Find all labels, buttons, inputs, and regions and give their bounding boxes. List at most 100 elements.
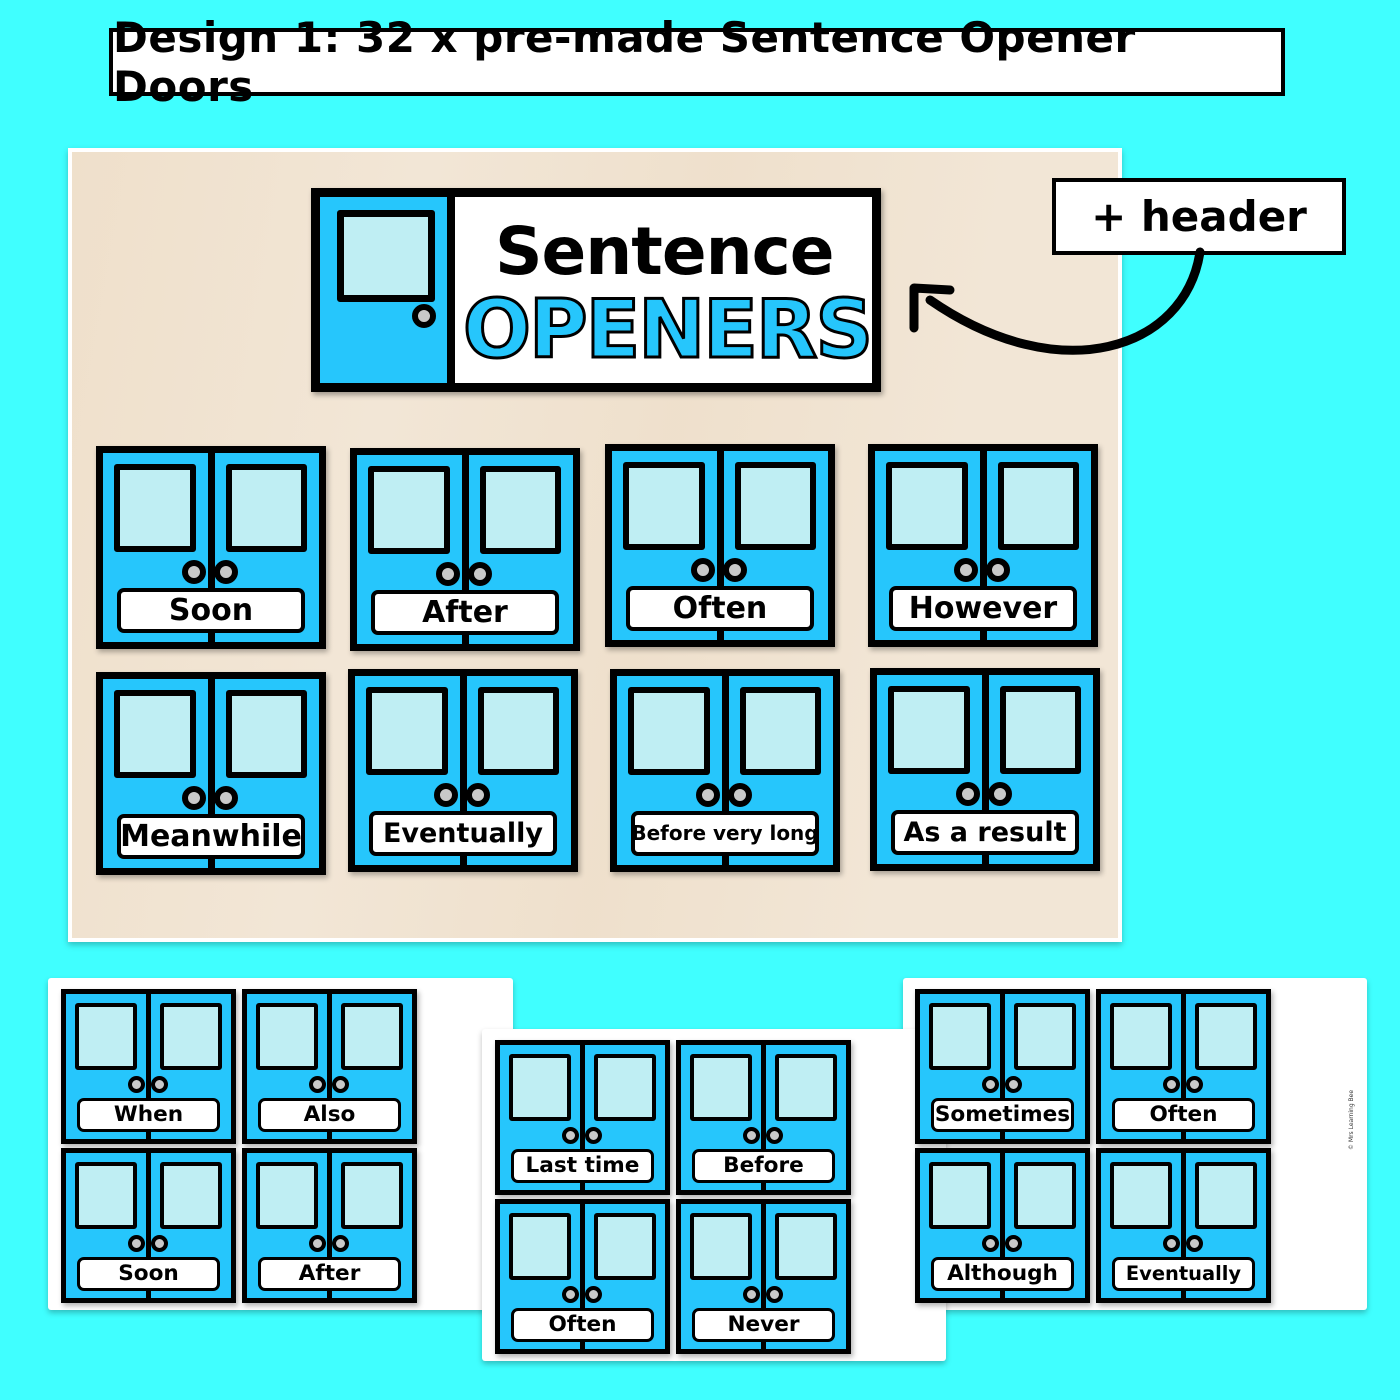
door-window xyxy=(689,1053,753,1121)
door-knob xyxy=(1185,1234,1203,1252)
door-window xyxy=(774,1053,838,1121)
door-window xyxy=(74,1002,138,1070)
door-window xyxy=(508,1212,572,1280)
door-knob xyxy=(182,559,207,584)
door-knob xyxy=(331,1234,349,1252)
door-label: Often xyxy=(510,1307,655,1342)
door-icon xyxy=(320,197,447,383)
door-knob xyxy=(956,781,981,806)
door-window xyxy=(114,464,196,552)
door-knob xyxy=(982,1234,1000,1252)
door-knob xyxy=(128,1075,146,1093)
double-door-card: As a result xyxy=(870,668,1100,871)
door-label: After xyxy=(370,590,560,635)
double-door-card: Soon xyxy=(96,446,326,649)
door-label: As a result xyxy=(890,810,1080,855)
door-window xyxy=(477,687,560,775)
door-knob xyxy=(743,1285,761,1303)
door-knob xyxy=(309,1075,327,1093)
door-label: Also xyxy=(257,1097,402,1132)
door-window xyxy=(508,1053,572,1121)
door-window xyxy=(1109,1002,1173,1070)
double-door-card: Soon xyxy=(61,1148,236,1303)
door-window xyxy=(593,1212,657,1280)
door-knob xyxy=(150,1075,168,1093)
double-door-card: After xyxy=(350,448,580,651)
door-label: When xyxy=(76,1097,221,1132)
door-window xyxy=(628,687,710,775)
door-label: However xyxy=(888,586,1078,631)
door-window xyxy=(1194,1161,1258,1229)
door-label: Before very long xyxy=(630,811,820,856)
door-knob xyxy=(987,781,1012,806)
title-banner: Design 1: 32 x pre-made Sentence Opener … xyxy=(109,13,1285,111)
door-window xyxy=(159,1002,223,1070)
double-door-card: Meanwhile xyxy=(96,672,326,875)
door-label: Last time xyxy=(510,1148,655,1183)
door-window xyxy=(928,1002,992,1070)
door-window xyxy=(479,466,562,554)
door-knob xyxy=(309,1234,327,1252)
door-knob xyxy=(412,304,436,328)
door-knob xyxy=(150,1234,168,1252)
door-label: Never xyxy=(691,1307,836,1342)
door-window xyxy=(774,1212,838,1280)
double-door-card: Often xyxy=(605,444,835,647)
door-window xyxy=(734,462,817,550)
door-label: Eventually xyxy=(1111,1256,1256,1291)
double-door-card: Often xyxy=(1096,989,1271,1144)
door-label: Often xyxy=(625,586,815,631)
door-label: Before xyxy=(691,1148,836,1183)
header-card: Sentence OPENERS xyxy=(311,188,881,392)
double-door-card: Also xyxy=(242,989,417,1144)
header-text-area: Sentence OPENERS xyxy=(455,197,875,383)
door-window xyxy=(74,1161,138,1229)
door-knob xyxy=(722,557,747,582)
double-door-card: Eventually xyxy=(1096,1148,1271,1303)
door-knob xyxy=(1004,1075,1022,1093)
door-label: Soon xyxy=(76,1256,221,1291)
door-knob xyxy=(696,782,721,807)
door-window xyxy=(739,687,822,775)
double-door-card: Sometimes xyxy=(915,989,1090,1144)
door-knob xyxy=(584,1126,602,1144)
door-window xyxy=(337,210,435,302)
door-knob xyxy=(562,1126,580,1144)
door-window xyxy=(593,1053,657,1121)
door-label: Often xyxy=(1111,1097,1256,1132)
door-window xyxy=(114,690,196,778)
door-window xyxy=(1013,1002,1077,1070)
door-knob xyxy=(436,561,461,586)
door-knob xyxy=(1163,1075,1181,1093)
door-window xyxy=(340,1161,404,1229)
page-title: Design 1: 32 x pre-made Sentence Opener … xyxy=(113,13,1136,111)
door-window xyxy=(255,1002,319,1070)
double-door-card: Never xyxy=(676,1199,851,1354)
door-knob xyxy=(584,1285,602,1303)
door-window xyxy=(225,690,308,778)
door-label: After xyxy=(257,1256,402,1291)
door-knob xyxy=(954,557,979,582)
door-knob xyxy=(743,1126,761,1144)
door-window xyxy=(340,1002,404,1070)
door-knob xyxy=(1004,1234,1022,1252)
door-knob xyxy=(434,782,459,807)
header-line-2: OPENERS xyxy=(461,282,874,378)
double-door-card: Before very long xyxy=(610,669,840,872)
door-window xyxy=(1194,1002,1258,1070)
door-knob xyxy=(727,782,752,807)
door-window xyxy=(225,464,308,552)
double-door-card: Eventually xyxy=(348,669,578,872)
door-knob xyxy=(765,1126,783,1144)
door-window xyxy=(368,466,450,554)
door-knob xyxy=(331,1075,349,1093)
door-window xyxy=(888,686,970,774)
door-knob xyxy=(562,1285,580,1303)
door-window xyxy=(159,1161,223,1229)
door-knob xyxy=(1185,1075,1203,1093)
door-window xyxy=(623,462,705,550)
door-knob xyxy=(765,1285,783,1303)
door-knob xyxy=(1163,1234,1181,1252)
door-window xyxy=(997,462,1080,550)
door-knob xyxy=(465,782,490,807)
